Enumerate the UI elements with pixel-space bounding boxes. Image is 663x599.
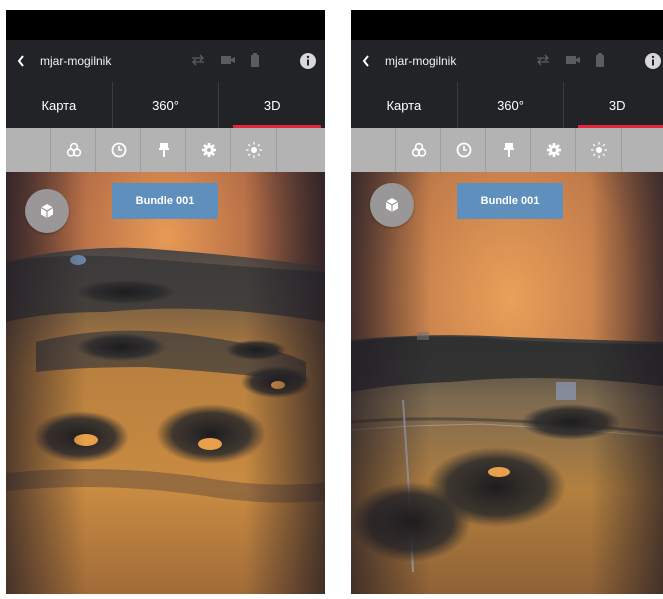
brightness-icon (590, 142, 607, 158)
layers-button[interactable] (395, 128, 441, 172)
phone-screen-right: mjar-mogilnik Карта 360° 3D Bundle 001 (351, 10, 663, 594)
tab-3d[interactable]: 3D (563, 82, 663, 128)
back-button[interactable] (6, 40, 36, 82)
point-cloud-scene (6, 172, 325, 594)
tab-label: 3D (608, 97, 626, 113)
clock-icon (111, 142, 126, 158)
layers-icon (411, 142, 426, 157)
info-icon[interactable] (644, 52, 662, 70)
layers-button[interactable] (50, 128, 96, 172)
tab-label: 360° (497, 97, 524, 113)
tab-label: 360° (152, 97, 179, 113)
brightness-button[interactable] (230, 128, 277, 172)
bundle-button[interactable]: Bundle 001 (112, 183, 218, 219)
tool-bar (351, 128, 663, 172)
app-title: mjar-mogilnik (40, 54, 112, 68)
status-icons (535, 53, 605, 67)
tool-bar (6, 128, 325, 172)
view-tabs: Карта 360° 3D (6, 82, 325, 128)
tab-label: Карта (41, 97, 77, 113)
3d-viewport[interactable]: Bundle 001 (6, 172, 325, 594)
tab-label: Карта (386, 97, 422, 113)
tab-360[interactable]: 360° (456, 82, 564, 128)
marker-icon (158, 143, 169, 157)
sync-icon (537, 54, 549, 66)
brightness-icon (245, 142, 262, 158)
app-bar: mjar-mogilnik (6, 40, 325, 82)
camera-icon (221, 56, 235, 64)
app-bar: mjar-mogilnik (351, 40, 663, 82)
3d-viewport[interactable]: Bundle 001 (351, 172, 663, 594)
app-title: mjar-mogilnik (385, 54, 457, 68)
clock-icon (456, 142, 471, 158)
gear-icon (546, 143, 561, 157)
settings-button[interactable] (530, 128, 576, 172)
settings-button[interactable] (185, 128, 231, 172)
tab-3d[interactable]: 3D (218, 82, 325, 128)
info-icon[interactable] (299, 52, 317, 70)
cube-icon (385, 198, 399, 212)
tab-map[interactable]: Карта (351, 82, 457, 128)
camera-icon (566, 56, 580, 64)
bundle-button[interactable]: Bundle 001 (457, 183, 563, 219)
history-button[interactable] (95, 128, 141, 172)
battery-icon (596, 53, 604, 67)
status-bar (6, 10, 325, 40)
layers-icon (66, 142, 81, 157)
tab-360[interactable]: 360° (111, 82, 219, 128)
status-icons (190, 53, 260, 67)
battery-icon (251, 53, 259, 67)
gear-icon (201, 143, 216, 157)
view-mode-button[interactable] (25, 189, 69, 233)
marker-button[interactable] (140, 128, 186, 172)
point-cloud-scene (351, 172, 663, 594)
view-mode-button[interactable] (370, 183, 414, 227)
tab-map[interactable]: Карта (6, 82, 112, 128)
cube-icon (40, 204, 54, 218)
sync-icon (192, 54, 204, 66)
status-bar (351, 10, 663, 40)
history-button[interactable] (440, 128, 486, 172)
marker-icon (503, 143, 514, 157)
marker-button[interactable] (485, 128, 531, 172)
chevron-left-icon (362, 55, 369, 67)
phone-screen-left: mjar-mogilnik Карта 360° 3D Bundle 001 (6, 10, 325, 594)
back-button[interactable] (351, 40, 381, 82)
chevron-left-icon (17, 55, 24, 67)
tab-label: 3D (263, 97, 281, 113)
view-tabs: Карта 360° 3D (351, 82, 663, 128)
brightness-button[interactable] (575, 128, 622, 172)
